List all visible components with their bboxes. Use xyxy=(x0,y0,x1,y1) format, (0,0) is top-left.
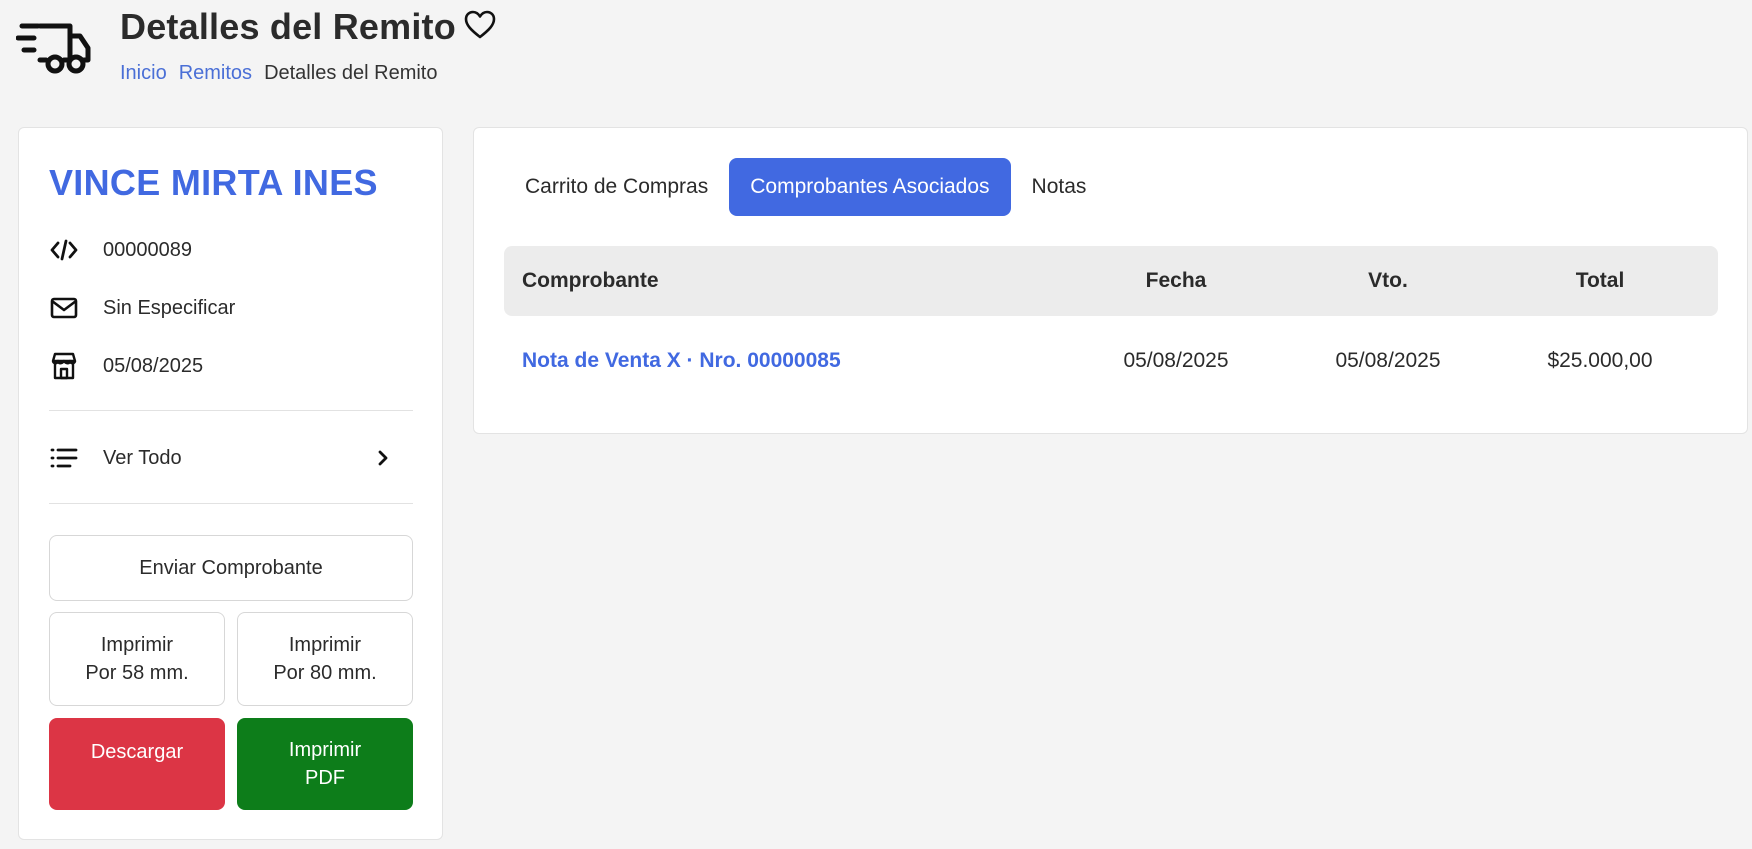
tab-comprobantes-asociados[interactable]: Comprobantes Asociados xyxy=(729,158,1011,216)
breadcrumb: Inicio Remitos Detalles del Remito xyxy=(120,62,437,85)
divider xyxy=(49,410,413,411)
client-date-row: 05/08/2025 xyxy=(49,351,203,381)
client-email: Sin Especificar xyxy=(103,296,236,319)
row-total: $25.000,00 xyxy=(1547,349,1653,372)
column-header-fecha: Fecha xyxy=(1145,269,1207,292)
tab-notas[interactable]: Notas xyxy=(1011,158,1108,216)
view-all-link[interactable]: Ver Todo xyxy=(49,430,413,486)
client-code-row: 00000089 xyxy=(49,235,192,265)
view-all-label: Ver Todo xyxy=(103,446,182,469)
download-button[interactable]: Descargar xyxy=(49,718,225,810)
list-icon xyxy=(49,443,79,473)
page-title: Detalles del Remito xyxy=(120,6,456,47)
delivery-truck-icon xyxy=(16,23,91,74)
print-80mm-label: Imprimir Por 80 mm. xyxy=(273,634,377,684)
heart-outline-icon[interactable] xyxy=(463,9,497,41)
table-row: Nota de Venta X · Nro. 00000085 05/08/20… xyxy=(504,316,1718,406)
print-58mm-label: Imprimir Por 58 mm. xyxy=(85,634,189,684)
row-date: 05/08/2025 xyxy=(1123,349,1229,372)
client-code: 00000089 xyxy=(103,238,192,261)
breadcrumb-current: Detalles del Remito xyxy=(264,62,438,84)
print-80mm-button[interactable]: Imprimir Por 80 mm. xyxy=(237,612,413,706)
breadcrumb-link-inicio[interactable]: Inicio xyxy=(120,62,167,85)
divider xyxy=(49,503,413,504)
send-receipt-label: Enviar Comprobante xyxy=(139,557,323,579)
tab-bar: Carrito de Compras Comprobantes Asociado… xyxy=(504,158,1107,216)
row-due-date: 05/08/2025 xyxy=(1335,349,1441,372)
receipt-link[interactable]: Nota de Venta X · Nro. 00000085 xyxy=(522,349,841,372)
column-header-total: Total xyxy=(1575,269,1625,292)
store-icon xyxy=(49,351,79,381)
client-summary-card: VINCE MIRTA INES 00000089 Sin Especifica… xyxy=(18,127,443,840)
code-icon xyxy=(49,235,79,265)
print-pdf-button[interactable]: Imprimir PDF xyxy=(237,718,413,810)
client-date: 05/08/2025 xyxy=(103,354,204,377)
client-email-row: Sin Especificar xyxy=(49,293,235,323)
send-receipt-button[interactable]: Enviar Comprobante xyxy=(49,535,413,601)
print-pdf-label: Imprimir PDF xyxy=(288,739,362,789)
receipts-table: Comprobante Fecha Vto. Total Nota de Ven… xyxy=(504,246,1718,406)
download-label: Descargar xyxy=(90,741,184,763)
details-card: Carrito de Compras Comprobantes Asociado… xyxy=(473,127,1748,434)
breadcrumb-link-remitos[interactable]: Remitos xyxy=(179,62,252,85)
table-header: Comprobante Fecha Vto. Total xyxy=(504,246,1718,316)
chevron-right-icon xyxy=(378,450,388,466)
column-header-comprobante: Comprobante xyxy=(522,269,659,292)
tab-carrito-de-compras[interactable]: Carrito de Compras xyxy=(504,158,729,216)
envelope-icon xyxy=(49,293,79,323)
client-name: VINCE MIRTA INES xyxy=(49,162,378,203)
print-58mm-button[interactable]: Imprimir Por 58 mm. xyxy=(49,612,225,706)
column-header-vto: Vto. xyxy=(1368,269,1408,292)
